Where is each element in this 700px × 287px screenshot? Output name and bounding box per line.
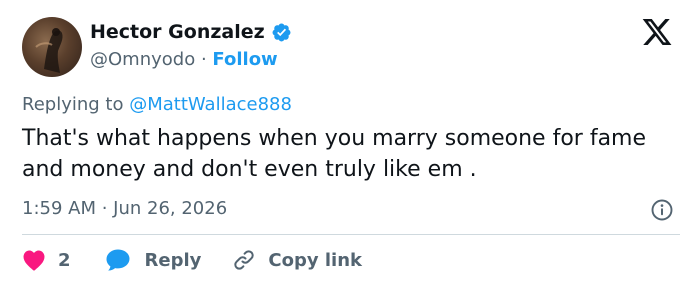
- author-handle[interactable]: @Omnyodo: [90, 49, 195, 70]
- author-avatar[interactable]: [22, 17, 82, 77]
- info-icon[interactable]: [650, 198, 674, 222]
- like-count: 2: [58, 249, 71, 271]
- author-name[interactable]: Hector Gonzalez: [90, 21, 265, 43]
- x-logo-icon[interactable]: [641, 19, 673, 49]
- verified-badge-icon: [271, 22, 292, 43]
- link-icon: [234, 250, 255, 270]
- copy-link-button[interactable]: Copy link: [232, 248, 362, 272]
- author-handle-row: @Omnyodo · Follow: [90, 49, 278, 70]
- like-button[interactable]: 2: [22, 249, 71, 271]
- reply-label: Reply: [144, 249, 202, 271]
- action-bar: 2 Reply Copy link: [22, 246, 362, 274]
- heart-icon: [23, 250, 45, 271]
- avatar-image: [35, 28, 63, 73]
- replying-to-label: Replying to: [22, 94, 124, 115]
- author-name-row: Hector Gonzalez: [90, 21, 292, 43]
- copy-link-label: Copy link: [268, 249, 362, 271]
- divider: [22, 234, 680, 235]
- tweet-text: That's what happens when you marry someo…: [22, 126, 647, 182]
- follow-button[interactable]: Follow: [212, 49, 277, 70]
- replying-to-mention[interactable]: @MattWallace888: [129, 94, 292, 115]
- reply-button[interactable]: Reply: [105, 248, 202, 272]
- speech-bubble-icon: [106, 249, 130, 271]
- replying-to: Replying to @MattWallace888: [22, 94, 292, 115]
- tweet-timestamp[interactable]: 1:59 AM · Jun 26, 2026: [22, 198, 227, 219]
- handle-separator: ·: [200, 49, 207, 70]
